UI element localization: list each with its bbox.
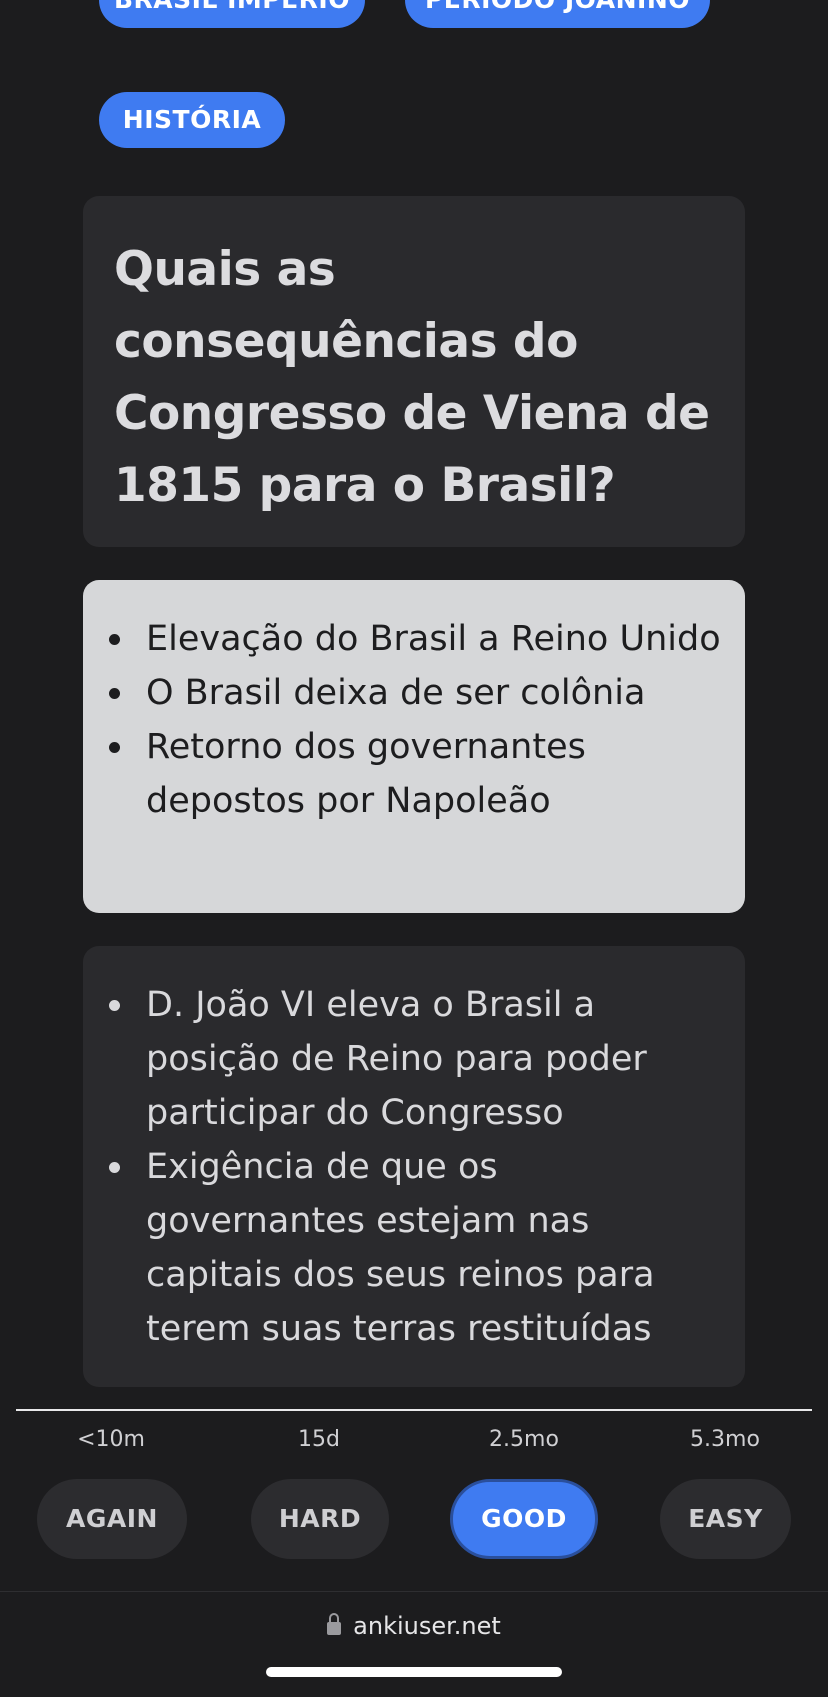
question-text: Quais as consequências do Congresso de V… bbox=[114, 242, 710, 513]
interval-again: <10m bbox=[77, 1427, 145, 1452]
browser-bottom-bar bbox=[0, 1591, 828, 1697]
easy-button[interactable]: EASY bbox=[660, 1479, 791, 1559]
tag-periodo-joanino[interactable]: PERÍODO JOANINO bbox=[405, 0, 710, 28]
list-item: Elevação do Brasil a Reino Unido bbox=[83, 612, 745, 666]
list-item: D. João VI eleva o Brasil a posição de R… bbox=[83, 978, 745, 1140]
hard-button[interactable]: HARD bbox=[251, 1479, 389, 1559]
list-item: O Brasil deixa de ser colônia bbox=[83, 666, 745, 720]
url-text: ankiuser.net bbox=[353, 1612, 501, 1640]
again-button[interactable]: AGAIN bbox=[37, 1479, 187, 1559]
extra-info-list: D. João VI eleva o Brasil a posição de R… bbox=[83, 978, 745, 1356]
interval-easy: 5.3mo bbox=[690, 1427, 760, 1452]
answer-card: Elevação do Brasil a Reino Unido O Brasi… bbox=[83, 580, 745, 913]
bullet-icon bbox=[109, 1000, 120, 1011]
home-indicator[interactable] bbox=[266, 1667, 562, 1677]
list-item: Retorno dos governantes depostos por Nap… bbox=[83, 720, 745, 828]
bullet-icon bbox=[109, 742, 120, 753]
address-bar[interactable]: ankiuser.net bbox=[0, 1612, 828, 1640]
bullet-icon bbox=[109, 634, 120, 645]
interval-good: 2.5mo bbox=[489, 1427, 559, 1452]
question-card: Quais as consequências do Congresso de V… bbox=[83, 196, 745, 547]
extra-info-card: D. João VI eleva o Brasil a posição de R… bbox=[83, 946, 745, 1387]
answer-list: Elevação do Brasil a Reino Unido O Brasi… bbox=[83, 612, 745, 828]
tag-brasil-imperio[interactable]: BRASIL IMPÉRIO bbox=[99, 0, 365, 28]
interval-hard: 15d bbox=[298, 1427, 340, 1452]
tag-historia[interactable]: HISTÓRIA bbox=[99, 92, 285, 148]
lock-icon bbox=[327, 1613, 342, 1635]
list-item: Exigência de que os governantes estejam … bbox=[83, 1140, 745, 1356]
divider bbox=[16, 1409, 812, 1411]
good-button[interactable]: GOOD bbox=[450, 1479, 598, 1559]
bullet-icon bbox=[109, 688, 120, 699]
bullet-icon bbox=[109, 1162, 120, 1173]
